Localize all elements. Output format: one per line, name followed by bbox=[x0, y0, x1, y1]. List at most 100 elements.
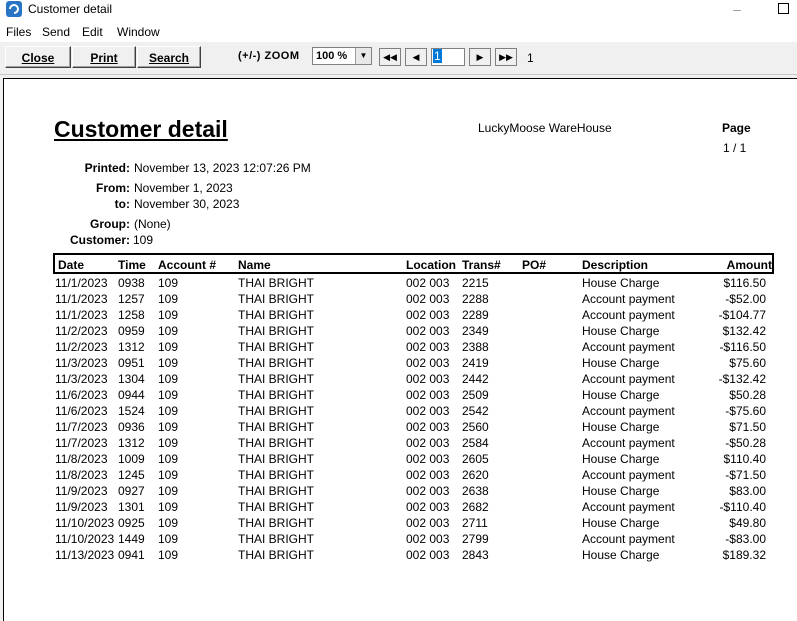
cell-amount: -$110.40 bbox=[719, 500, 766, 514]
cell-account: 109 bbox=[158, 324, 179, 338]
cell-trans: 2638 bbox=[462, 484, 489, 498]
page-total: 1 bbox=[527, 51, 534, 65]
table-row: 11/9/2023 1301 109 THAI BRIGHT 002 003 2682 Ac… bbox=[4, 500, 794, 516]
cell-account: 109 bbox=[158, 340, 179, 354]
cell-description: Account payment bbox=[582, 308, 675, 322]
print-button[interactable]: Print bbox=[72, 46, 136, 68]
cell-name: THAI BRIGHT bbox=[238, 404, 315, 418]
header-po: PO# bbox=[522, 258, 547, 272]
prev-page-button[interactable]: ◀ bbox=[405, 48, 427, 66]
cell-description: Account payment bbox=[582, 340, 675, 354]
next-page-icon: ▶ bbox=[476, 52, 484, 62]
zoom-select[interactable]: 100 % ▼ bbox=[312, 47, 372, 65]
table-row: 11/2/2023 0959 109 THAI BRIGHT 002 003 2349 Ho… bbox=[4, 324, 794, 340]
cell-date: 11/1/2023 bbox=[55, 276, 108, 290]
menu-window[interactable]: Window bbox=[117, 25, 160, 39]
table-row: 11/1/2023 1257 109 THAI BRIGHT 002 003 2288 Ac… bbox=[4, 292, 794, 308]
cell-trans: 2584 bbox=[462, 436, 489, 450]
cell-location: 002 003 bbox=[406, 292, 450, 306]
minimize-button[interactable]: – bbox=[714, 0, 760, 22]
cell-date: 11/13/2023 bbox=[55, 548, 115, 562]
next-page-button[interactable]: ▶ bbox=[469, 48, 491, 66]
cell-location: 002 003 bbox=[406, 388, 450, 402]
cell-trans: 2542 bbox=[462, 404, 489, 418]
cell-description: House Charge bbox=[582, 484, 660, 498]
table-row: 11/8/2023 1245 109 THAI BRIGHT 002 003 2620 Ac… bbox=[4, 468, 794, 484]
menu-files[interactable]: Files bbox=[6, 25, 31, 39]
cell-date: 11/2/2023 bbox=[55, 340, 108, 354]
cell-location: 002 003 bbox=[406, 308, 450, 322]
page-count: 1 / 1 bbox=[723, 141, 747, 155]
cell-date: 11/9/2023 bbox=[55, 500, 108, 514]
cell-description: Account payment bbox=[582, 532, 675, 546]
search-button-label: Search bbox=[148, 51, 190, 65]
page-number-input[interactable]: 1 bbox=[431, 48, 465, 66]
cell-time: 0927 bbox=[118, 484, 145, 498]
cell-account: 109 bbox=[158, 516, 179, 530]
cell-amount: -$116.50 bbox=[719, 340, 766, 354]
cell-name: THAI BRIGHT bbox=[238, 548, 315, 562]
cell-location: 002 003 bbox=[406, 420, 450, 434]
header-name: Name bbox=[238, 258, 271, 272]
cell-description: Account payment bbox=[582, 292, 675, 306]
cell-account: 109 bbox=[158, 468, 179, 482]
cell-amount: -$71.50 bbox=[725, 468, 766, 482]
first-page-button[interactable]: ◀◀ bbox=[379, 48, 401, 66]
cell-location: 002 003 bbox=[406, 404, 450, 418]
cell-time: 1524 bbox=[118, 404, 145, 418]
cell-name: THAI BRIGHT bbox=[238, 324, 315, 338]
cell-name: THAI BRIGHT bbox=[238, 516, 315, 530]
cell-date: 11/7/2023 bbox=[55, 420, 108, 434]
cell-description: House Charge bbox=[582, 452, 660, 466]
cell-name: THAI BRIGHT bbox=[238, 388, 315, 402]
search-button[interactable]: Search bbox=[137, 46, 201, 68]
cell-account: 109 bbox=[158, 308, 179, 322]
cell-amount: $75.60 bbox=[729, 356, 766, 370]
cell-trans: 2509 bbox=[462, 388, 489, 402]
table-row: 11/10/2023 1449 109 THAI BRIGHT 002 003 2799 A… bbox=[4, 532, 794, 548]
header-account: Account # bbox=[158, 258, 217, 272]
cell-account: 109 bbox=[158, 276, 179, 290]
table-row: 11/3/2023 1304 109 THAI BRIGHT 002 003 2442 Ac… bbox=[4, 372, 794, 388]
cell-name: THAI BRIGHT bbox=[238, 436, 315, 450]
first-page-icon: ◀◀ bbox=[383, 52, 397, 62]
cell-date: 11/1/2023 bbox=[55, 292, 108, 306]
zoom-label: (+/-) ZOOM bbox=[238, 50, 300, 62]
group-value: (None) bbox=[134, 217, 171, 231]
cell-date: 11/10/2023 bbox=[55, 532, 115, 546]
cell-amount: $71.50 bbox=[729, 420, 766, 434]
cell-description: Account payment bbox=[582, 372, 675, 386]
cell-description: House Charge bbox=[582, 516, 660, 530]
table-row: 11/7/2023 1312 109 THAI BRIGHT 002 003 2584 Ac… bbox=[4, 436, 794, 452]
prev-page-icon: ◀ bbox=[412, 52, 420, 62]
toolbar: Close Print Search (+/-) ZOOM 100 % ▼ ◀◀… bbox=[0, 42, 797, 75]
menu-edit[interactable]: Edit bbox=[82, 25, 103, 39]
page-label: Page bbox=[722, 121, 751, 135]
table-row: 11/3/2023 0951 109 THAI BRIGHT 002 003 2419 Ho… bbox=[4, 356, 794, 372]
chevron-down-icon[interactable]: ▼ bbox=[355, 48, 371, 64]
menu-send[interactable]: Send bbox=[42, 25, 70, 39]
to-value: November 30, 2023 bbox=[134, 197, 240, 211]
header-date: Date bbox=[58, 258, 85, 272]
cell-time: 1304 bbox=[118, 372, 145, 386]
table-row: 11/9/2023 0927 109 THAI BRIGHT 002 003 2638 Ho… bbox=[4, 484, 794, 500]
cell-time: 0938 bbox=[118, 276, 145, 290]
cell-time: 0941 bbox=[118, 548, 145, 562]
close-button[interactable]: Close bbox=[5, 46, 71, 68]
cell-date: 11/7/2023 bbox=[55, 436, 108, 450]
cell-name: THAI BRIGHT bbox=[238, 500, 315, 514]
cell-account: 109 bbox=[158, 548, 179, 562]
cell-trans: 2442 bbox=[462, 372, 489, 386]
cell-date: 11/3/2023 bbox=[55, 372, 108, 386]
cell-description: House Charge bbox=[582, 548, 660, 562]
cell-time: 0959 bbox=[118, 324, 145, 338]
last-page-button[interactable]: ▶▶ bbox=[495, 48, 517, 66]
cell-location: 002 003 bbox=[406, 324, 450, 338]
cell-location: 002 003 bbox=[406, 548, 450, 562]
report-canvas[interactable]: Customer detail LuckyMoose WareHouse Pag… bbox=[3, 78, 797, 621]
to-label: to: bbox=[114, 197, 130, 211]
cell-date: 11/6/2023 bbox=[55, 388, 108, 402]
maximize-button[interactable] bbox=[760, 0, 797, 22]
cell-time: 1449 bbox=[118, 532, 145, 546]
customer-label: Customer: bbox=[69, 233, 130, 247]
